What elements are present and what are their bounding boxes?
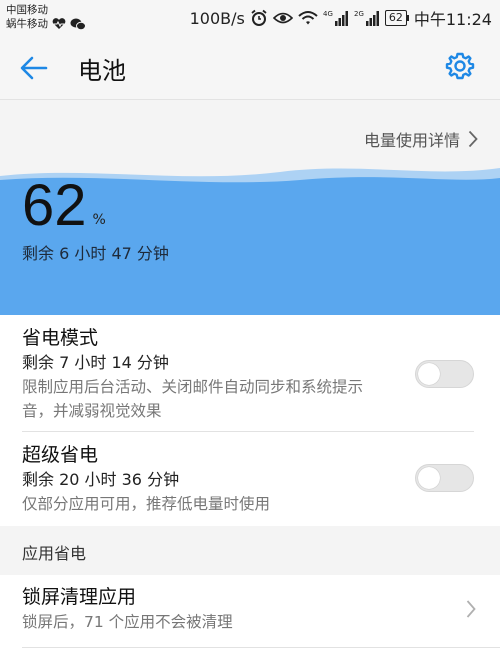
- battery-percent-value: 62: [22, 173, 87, 238]
- status-icons: 100B/s 4G 2G 62 中午11:24: [190, 6, 492, 30]
- app-bar: 电池: [0, 33, 500, 100]
- usage-details-link[interactable]: 电量使用详情: [364, 127, 478, 151]
- battery-remaining-time: 剩余 6 小时 47 分钟: [22, 244, 169, 263]
- battery-hero: 电量使用详情 62 % 剩余 6 小时 47 分钟: [0, 100, 500, 315]
- gear-icon: [445, 52, 475, 80]
- heartbeat-icon: [52, 18, 66, 29]
- power-saving-toggle[interactable]: [415, 360, 474, 388]
- battery-percentage: 62 %: [22, 173, 106, 238]
- battery-percent-unit: %: [92, 212, 106, 228]
- carrier-1-label: 中国移动: [6, 4, 48, 16]
- lockscreen-cleanup-title: 锁屏清理应用: [22, 586, 137, 608]
- ultra-power-saving-row[interactable]: 超级省电 剩余 20 小时 36 分钟 仅部分应用可用，推荐低电量时使用: [0, 432, 500, 526]
- battery-level: 62: [384, 10, 407, 26]
- network-speed: 100B/s: [189, 8, 245, 28]
- app-saving-section-header: 应用省电: [0, 526, 500, 575]
- section-header-label: 应用省电: [22, 544, 87, 563]
- arrow-left-icon: [20, 56, 48, 80]
- alarm-icon: [251, 9, 267, 26]
- toggle-knob: [418, 467, 440, 489]
- signal-2-icon: 2G: [354, 10, 379, 26]
- lockscreen-cleanup-row[interactable]: 锁屏清理应用 锁屏后，71 个应用不会被清理: [0, 575, 500, 647]
- power-saving-mode-row[interactable]: 省电模式 剩余 7 小时 14 分钟 限制应用后台活动、关闭邮件自动同步和系统提…: [0, 315, 500, 432]
- ultra-saving-title: 超级省电: [22, 444, 99, 466]
- carrier-2-label: 蜗牛移动: [6, 18, 48, 30]
- wifi-icon: [298, 11, 318, 25]
- signal-1-icon: 4G: [323, 10, 348, 26]
- page-title: 电池: [78, 57, 126, 85]
- battery-icon: 62: [384, 10, 409, 26]
- chevron-right-icon: [468, 130, 478, 148]
- settings-button[interactable]: [443, 49, 477, 83]
- network-1-type: 4G: [323, 10, 333, 18]
- chevron-right-icon: [466, 600, 476, 618]
- divider: [22, 647, 500, 648]
- ultra-saving-toggle[interactable]: [415, 464, 474, 492]
- power-saving-remaining: 剩余 7 小时 14 分钟: [22, 353, 169, 372]
- wechat-icon: [70, 18, 86, 30]
- power-saving-description: 限制应用后台活动、关闭邮件自动同步和系统提示音，并减弱视觉效果: [22, 378, 364, 420]
- lockscreen-cleanup-description: 锁屏后，71 个应用不会被清理: [22, 613, 233, 631]
- toggle-knob: [418, 363, 440, 385]
- power-saving-title: 省电模式: [22, 327, 99, 349]
- usage-details-label: 电量使用详情: [363, 131, 460, 150]
- ultra-saving-remaining: 剩余 20 小时 36 分钟: [22, 470, 180, 489]
- back-button[interactable]: [20, 53, 54, 83]
- clock: 中午11:24: [413, 10, 492, 29]
- eye-icon: [272, 12, 293, 24]
- network-2-type: 2G: [354, 10, 364, 18]
- carrier-info: 中国移动 蜗牛移动: [6, 3, 86, 31]
- ultra-saving-description: 仅部分应用可用，推荐低电量时使用: [22, 495, 271, 513]
- status-bar: 中国移动 蜗牛移动 100B/s 4G 2G 62 中午11:24: [0, 0, 500, 33]
